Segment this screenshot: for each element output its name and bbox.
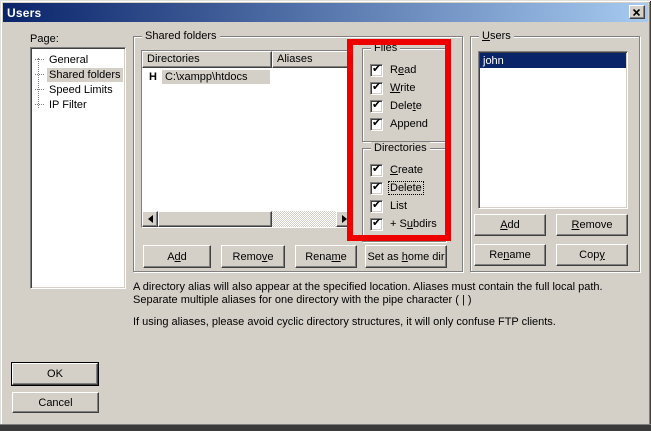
directories-group-label: Directories <box>371 142 430 155</box>
tree-item-label: IP Filter <box>47 98 89 112</box>
scrollbar-thumb[interactable] <box>158 211 272 227</box>
checkbox-dirs-subdirs[interactable]: ✔ + Subdirs <box>363 215 445 233</box>
user-add-button[interactable]: Add <box>474 214 546 236</box>
window-title: Users <box>3 6 41 20</box>
tree-item-ip-filter[interactable]: IP Filter <box>31 97 125 112</box>
users-list[interactable]: john <box>478 51 628 209</box>
left-arrow-icon <box>148 215 153 223</box>
checkbox-checked-icon: ✔ <box>370 218 383 231</box>
folder-add-button[interactable]: Add <box>143 245 211 268</box>
check-icon: ✔ <box>372 98 381 111</box>
directories-list: Directories Aliases H C:\xampp\htdocs <box>141 50 353 228</box>
cancel-button[interactable]: Cancel <box>12 392 99 413</box>
list-horizontal-scrollbar[interactable] <box>142 211 352 227</box>
scrollbar-track[interactable] <box>158 211 336 227</box>
button-label: OK <box>47 368 63 380</box>
directory-row[interactable]: H C:\xampp\htdocs <box>142 69 352 84</box>
button-label: Add <box>500 219 520 231</box>
checkbox-checked-icon: ✔ <box>370 118 383 131</box>
close-icon <box>633 9 641 16</box>
folder-rename-button[interactable]: Rename <box>295 245 357 268</box>
button-label: Remove <box>572 219 613 231</box>
checkbox-checked-icon: ✔ <box>370 100 383 113</box>
check-icon: ✔ <box>372 162 381 175</box>
column-header-directories[interactable]: Directories <box>142 51 272 68</box>
right-arrow-icon <box>342 215 347 223</box>
checkbox-dirs-delete[interactable]: ✔ Delete <box>363 179 445 197</box>
checkbox-dirs-list[interactable]: ✔ List <box>363 197 445 215</box>
user-rename-button[interactable]: Rename <box>474 244 546 266</box>
button-label: Cancel <box>38 397 72 409</box>
tree-item-label-selected: Shared folders <box>47 68 123 82</box>
tree-branch-line <box>35 59 44 60</box>
user-remove-button[interactable]: Remove <box>556 214 628 236</box>
users-group: Users john Add Remove Rename Copy <box>470 36 640 272</box>
checkbox-dirs-create[interactable]: ✔ Create <box>363 161 445 179</box>
checkbox-label: Create <box>389 164 424 176</box>
close-button[interactable] <box>629 5 645 19</box>
column-header-aliases[interactable]: Aliases <box>272 51 352 68</box>
home-marker: H <box>149 71 157 83</box>
tree-item-general[interactable]: General <box>31 52 125 67</box>
checkbox-label: Append <box>389 118 429 130</box>
checkbox-label: Read <box>389 64 417 76</box>
files-group-label: Files <box>371 42 400 55</box>
checkbox-label-focused: Delete <box>389 182 423 194</box>
page-tree: General Shared folders Speed Limits IP F… <box>30 47 126 289</box>
checkbox-checked-icon: ✔ <box>370 64 383 77</box>
ok-button[interactable]: OK <box>12 363 98 385</box>
files-group: Files ✔ Read ✔ Write ✔ Delete ✔ Append <box>362 48 446 142</box>
button-label: Set as home dir <box>367 251 444 263</box>
folder-remove-button[interactable]: Remove <box>221 245 285 268</box>
user-list-item[interactable]: john <box>480 53 626 68</box>
checkbox-checked-icon: ✔ <box>370 164 383 177</box>
checkbox-files-delete[interactable]: ✔ Delete <box>363 97 445 115</box>
checkbox-files-write[interactable]: ✔ Write <box>363 79 445 97</box>
check-icon: ✔ <box>372 62 381 75</box>
checkbox-label: Write <box>389 82 416 94</box>
alias-note: A directory alias will also appear at th… <box>133 281 648 307</box>
checkbox-checked-icon: ✔ <box>370 182 383 195</box>
list-body[interactable]: H C:\xampp\htdocs <box>142 68 352 211</box>
tree-item-shared-folders[interactable]: Shared folders <box>31 67 125 82</box>
directories-group: Directories ✔ Create ✔ Delete ✔ List ✔ +… <box>362 148 446 242</box>
shared-folders-group-label: Shared folders <box>142 30 220 43</box>
check-icon: ✔ <box>372 216 381 229</box>
window-titlebar[interactable]: Users <box>3 3 648 22</box>
tree-item-speed-limits[interactable]: Speed Limits <box>31 82 125 97</box>
button-label: Remove <box>233 251 274 263</box>
checkbox-checked-icon: ✔ <box>370 82 383 95</box>
check-icon: ✔ <box>372 198 381 211</box>
list-header: Directories Aliases <box>142 51 352 68</box>
checkbox-label: Delete <box>389 100 423 112</box>
checkbox-label: + Subdirs <box>389 218 438 230</box>
button-label: Rename <box>489 249 531 261</box>
button-label: Copy <box>579 249 605 261</box>
tree-branch-line <box>35 89 44 90</box>
directory-path: C:\xampp\htdocs <box>162 70 270 84</box>
check-icon: ✔ <box>372 116 381 129</box>
tree-branch-line <box>35 104 44 105</box>
tree-branch-line <box>35 74 44 75</box>
check-icon: ✔ <box>372 80 381 93</box>
checkbox-checked-icon: ✔ <box>370 200 383 213</box>
cyclic-note: If using aliases, please avoid cyclic di… <box>133 316 648 329</box>
check-icon: ✔ <box>372 180 381 193</box>
page-label: Page: <box>30 33 59 45</box>
checkbox-files-append[interactable]: ✔ Append <box>363 115 445 133</box>
user-copy-button[interactable]: Copy <box>556 244 628 266</box>
button-label: Add <box>167 251 187 263</box>
checkbox-label: List <box>389 200 408 212</box>
set-as-home-dir-button[interactable]: Set as home dir <box>365 245 447 268</box>
users-group-label: Users <box>479 30 514 43</box>
button-label: Rename <box>305 251 347 263</box>
tree-item-label: General <box>47 53 90 67</box>
checkbox-files-read[interactable]: ✔ Read <box>363 61 445 79</box>
user-name: john <box>483 55 504 67</box>
screen-edge-strip <box>0 424 651 431</box>
scroll-left-button[interactable] <box>142 211 158 227</box>
scroll-right-button[interactable] <box>336 211 352 227</box>
users-dialog: Users Page: General Shared folders Speed… <box>0 0 651 431</box>
tree-item-label: Speed Limits <box>47 83 115 97</box>
